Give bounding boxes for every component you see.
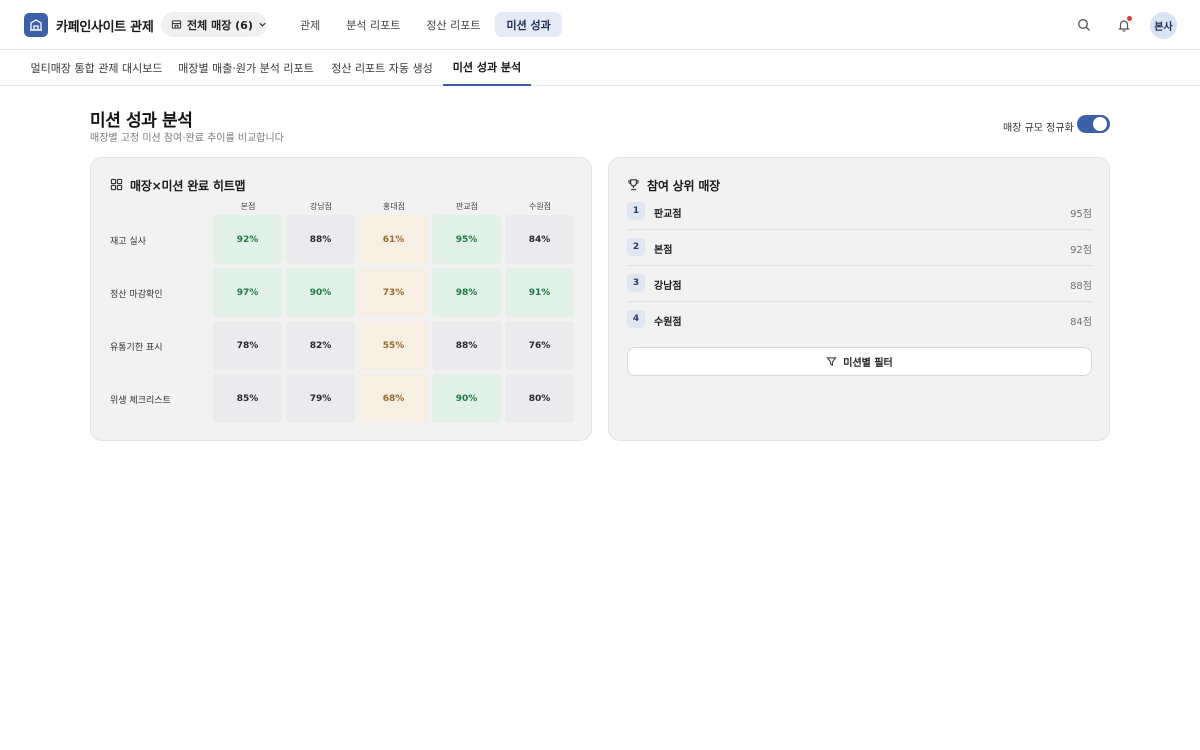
heatmap-cell[interactable]: 92% (213, 215, 282, 264)
heatmap-column-header: 본점 (240, 202, 256, 211)
heatmap-cell[interactable]: 55% (359, 321, 428, 370)
heatmap-cell[interactable]: 68% (359, 374, 428, 423)
heatmap-title: 매장×미션 완료 히트맵 (130, 179, 246, 193)
ranking-row[interactable]: 2 본점 92점 (627, 230, 1092, 266)
main-nav: 관제 분석 리포트 정산 리포트 미션 성과 (289, 12, 562, 37)
heatmap-card: 매장×미션 완료 히트맵 본점 강남점 홍대점 판교점 수원점 재고 실사 92% 88% 61… (90, 157, 592, 441)
heatmap-row-header: 재고 실사 (110, 237, 146, 247)
store-icon (171, 20, 182, 29)
heatmap-cell[interactable]: 90% (432, 374, 501, 423)
heatmap-cell[interactable]: 91% (505, 268, 574, 317)
rank-score: 92점 (1070, 245, 1092, 256)
rank-badge: 2 (627, 238, 645, 256)
heatmap-cell[interactable]: 78% (213, 321, 282, 370)
heatmap-cell[interactable]: 88% (286, 215, 355, 264)
ranking-title: 참여 상위 매장 (647, 179, 720, 193)
ranking-row[interactable]: 3 강남점 88점 (627, 266, 1092, 302)
heatmap-cell[interactable]: 95% (432, 215, 501, 264)
rank-score: 95점 (1070, 209, 1092, 220)
avatar[interactable]: 본사 (1150, 12, 1177, 39)
heatmap-row-header: 유통기한 표시 (110, 343, 163, 353)
heatmap-row-header: 위생 체크리스트 (110, 396, 171, 406)
heatmap-column-header: 판교점 (455, 202, 479, 211)
rank-badge: 4 (627, 310, 645, 328)
tab-store-sales-cost-report[interactable]: 매장별 매출·원가 분석 리포트 (175, 50, 317, 86)
filter-icon (826, 357, 837, 366)
heatmap-cell[interactable]: 98% (432, 268, 501, 317)
nav-mission-performance[interactable]: 미션 성과 (495, 12, 562, 37)
rank-store-name: 본점 (654, 245, 673, 256)
trophy-icon (628, 179, 639, 191)
grid-icon (110, 178, 123, 191)
tab-multi-store-dashboard[interactable]: 멀티매장 통합 관제 대시보드 (24, 50, 169, 86)
normalize-toggle-label: 매장 규모 정규화 (1003, 123, 1074, 134)
heatmap-cell[interactable]: 90% (286, 268, 355, 317)
heatmap-column-header: 홍대점 (382, 202, 406, 211)
sub-tabs: 멀티매장 통합 관제 대시보드 매장별 매출·원가 분석 리포트 정산 리포트 … (0, 50, 1200, 86)
heatmap-cell[interactable]: 61% (359, 215, 428, 264)
store-selector-label: 전체 매장 (6) (187, 18, 253, 32)
heatmap-cell[interactable]: 80% (505, 374, 574, 423)
rank-badge: 1 (627, 202, 645, 220)
rank-store-name: 강남점 (654, 281, 682, 292)
top-header: 카페인사이트 관제 전체 매장 (6) 관제 분석 리포트 정산 리포트 미션 … (0, 0, 1200, 50)
ranking-card: 참여 상위 매장 1 판교점 95점 2 본점 92점 3 강남점 88점 4 수원점 84점 미션별… (608, 157, 1110, 441)
heatmap-column-header: 강남점 (309, 202, 333, 211)
heatmap-cell[interactable]: 84% (505, 215, 574, 264)
heatmap-cell[interactable]: 85% (213, 374, 282, 423)
rank-score: 84점 (1070, 317, 1092, 328)
filter-button-label: 미션별 필터 (843, 358, 893, 369)
rank-badge: 3 (627, 274, 645, 292)
app-title: 카페인사이트 관제 (56, 20, 154, 35)
heatmap-cell[interactable]: 82% (286, 321, 355, 370)
nav-settlement-report[interactable]: 정산 리포트 (415, 12, 491, 37)
page-subtitle: 매장별 고정 미션 참여·완료 추이를 비교합니다 (90, 133, 284, 144)
ranking-row[interactable]: 1 판교점 95점 (627, 194, 1092, 230)
tab-settlement-auto-report[interactable]: 정산 리포트 자동 생성 (328, 50, 436, 86)
heatmap-cell[interactable]: 97% (213, 268, 282, 317)
heatmap-row-header: 정산 마감확인 (110, 290, 163, 300)
heatmap-cell[interactable]: 76% (505, 321, 574, 370)
nav-monitoring[interactable]: 관제 (289, 12, 331, 37)
store-logo-icon[interactable] (24, 13, 48, 37)
bell-icon[interactable] (1115, 16, 1133, 34)
heatmap-cell[interactable]: 79% (286, 374, 355, 423)
nav-analysis-report[interactable]: 분석 리포트 (335, 12, 411, 37)
heatmap-cell[interactable]: 88% (432, 321, 501, 370)
toggle-knob (1093, 117, 1107, 131)
chevron-down-icon (259, 22, 266, 27)
heatmap-column-header: 수원점 (528, 202, 552, 211)
rank-score: 88점 (1070, 281, 1092, 292)
mission-filter-button[interactable]: 미션별 필터 (627, 347, 1092, 376)
ranking-row[interactable]: 4 수원점 84점 (627, 302, 1092, 338)
rank-store-name: 판교점 (654, 209, 682, 220)
store-selector[interactable]: 전체 매장 (6) (161, 12, 267, 37)
notification-dot (1127, 16, 1132, 21)
normalize-toggle[interactable] (1077, 115, 1110, 133)
rank-store-name: 수원점 (654, 317, 682, 328)
search-icon[interactable] (1075, 16, 1093, 34)
page-title: 미션 성과 분석 (90, 111, 193, 131)
heatmap-cell[interactable]: 73% (359, 268, 428, 317)
tab-mission-analysis[interactable]: 미션 성과 분석 (443, 50, 531, 86)
